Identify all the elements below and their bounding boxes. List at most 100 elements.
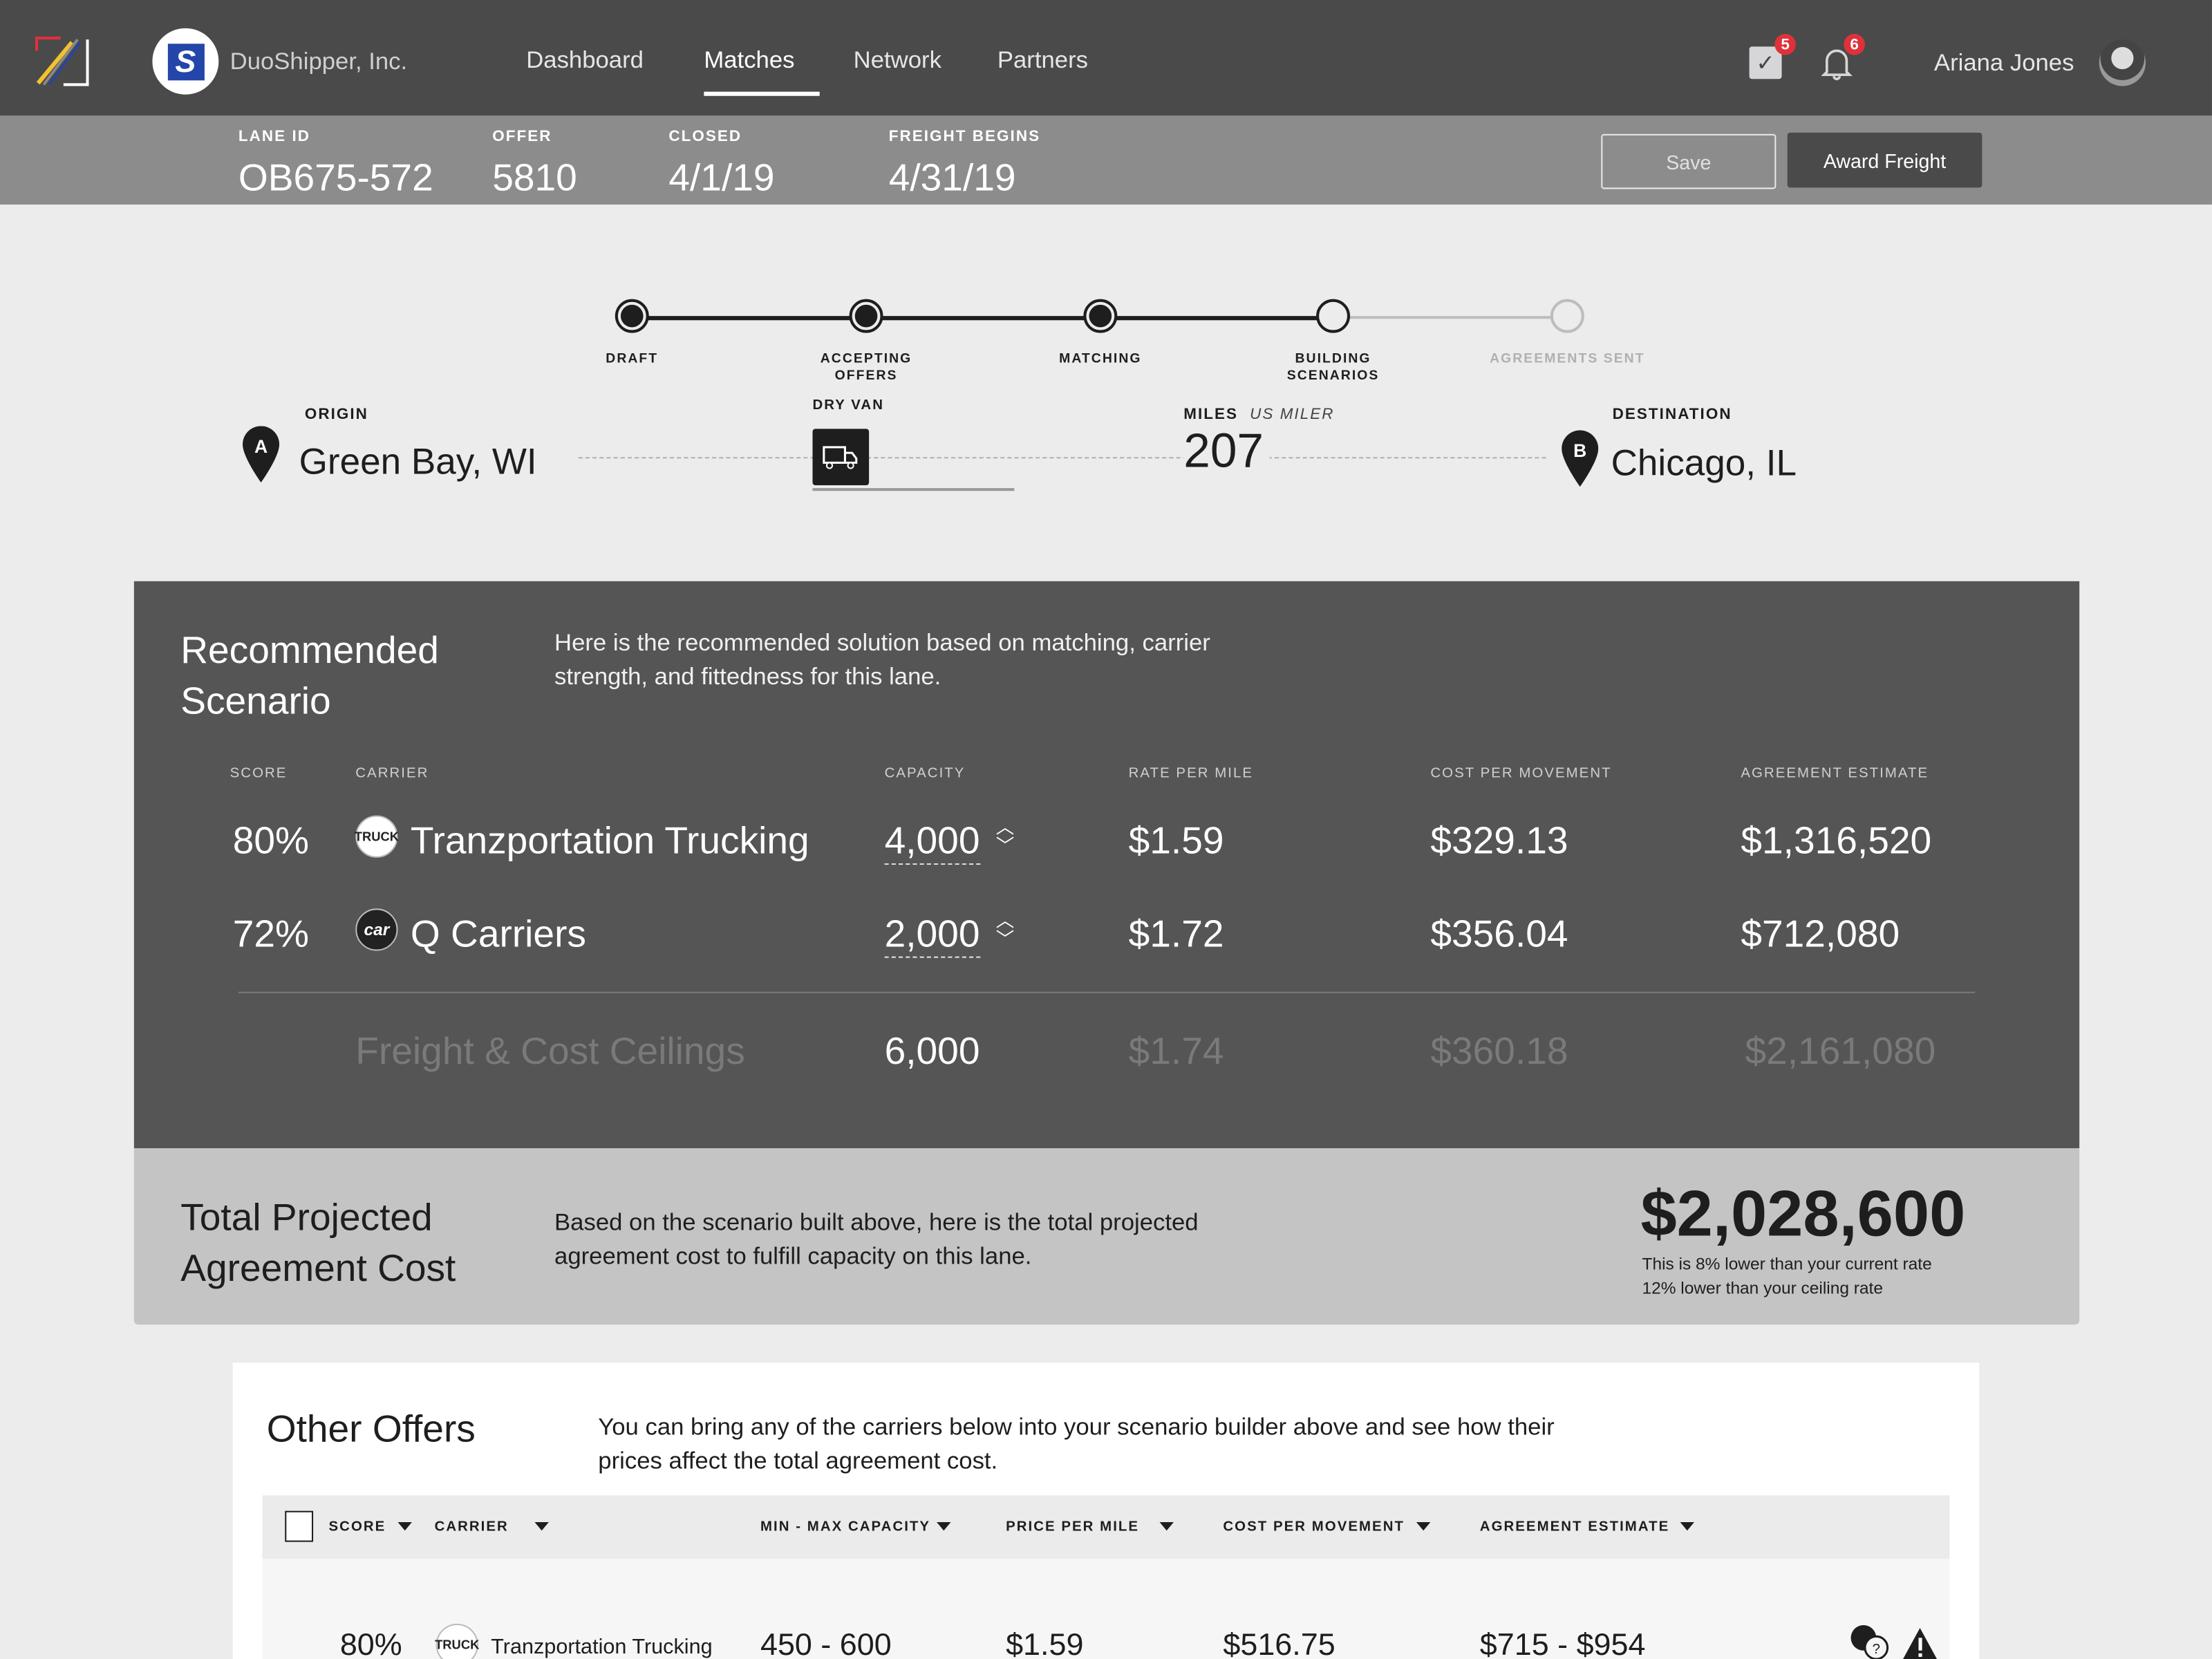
offer-estimate: $715 - $954 [1479, 1627, 1646, 1659]
offer-value: 5810 [492, 156, 577, 199]
sort-capacity[interactable]: MIN - MAX CAPACITY [760, 1519, 950, 1535]
total-amount: $2,028,600 [1640, 1177, 1966, 1250]
total-description: Based on the scenario built above, here … [554, 1208, 1199, 1270]
col-cost: COST PER MOVEMENT [1430, 766, 1612, 782]
company-logo[interactable]: S [152, 28, 219, 95]
sort-estimate[interactable]: AGREEMENT ESTIMATE [1480, 1519, 1695, 1535]
offer-carrier[interactable]: Tranzportation Trucking [491, 1635, 712, 1659]
nav-network[interactable]: Network [854, 46, 941, 75]
col-rate: RATE PER MILE [1128, 766, 1254, 782]
carrier-logo-icon: car [355, 908, 398, 951]
miles-label: MILES [1183, 406, 1239, 424]
row-estimate: $1,316,520 [1741, 819, 1932, 862]
col-estimate: AGREEMENT ESTIMATE [1741, 766, 1929, 782]
company-name: DuoShipper, Inc. [229, 48, 408, 75]
col-carrier: CARRIER [355, 766, 429, 782]
row-score: 80% [232, 819, 310, 862]
total-note-current: This is 8% lower than your current rate [1642, 1254, 1932, 1274]
capacity-input[interactable]: 4,000 [884, 820, 980, 865]
step-draft-label: DRAFT [606, 351, 659, 367]
freight-begins-value: 4/31/19 [888, 156, 1016, 199]
total-title: Total Projected Agreement Cost [180, 1196, 456, 1290]
closed-label: CLOSED [668, 128, 742, 146]
top-nav-bar: S DuoShipper, Inc. Dashboard Matches Net… [0, 0, 2212, 116]
row-cost: $356.04 [1430, 912, 1568, 955]
capacity-stepper-icon[interactable]: ︿ ﹀ [996, 911, 1015, 948]
nav-partners[interactable]: Partners [997, 46, 1088, 75]
other-offers-title: Other Offers [266, 1407, 476, 1450]
col-capacity: CAPACITY [884, 766, 966, 782]
sort-caret-icon [397, 1522, 412, 1532]
ceiling-rate: $1.74 [1128, 1029, 1224, 1073]
sort-cost[interactable]: COST PER MOVEMENT [1223, 1519, 1430, 1535]
closed-value: 4/1/19 [668, 156, 775, 199]
capacity-input[interactable]: 2,000 [884, 912, 980, 958]
progress-line-complete [632, 316, 1333, 320]
origin-pin-icon: A [243, 426, 280, 482]
recommended-title: Recommended Scenario [180, 629, 439, 722]
ceiling-estimate: $2,161,080 [1745, 1029, 1936, 1073]
sort-caret-icon [1416, 1522, 1430, 1532]
step-accepting-offers-marker [849, 299, 883, 333]
nav-active-indicator [704, 91, 820, 96]
step-accepting-offers-label: ACCEPTING OFFERS [820, 351, 912, 384]
total-note-ceiling: 12% lower than your ceiling rate [1642, 1277, 1883, 1298]
step-building-scenarios-marker [1316, 299, 1351, 333]
sort-caret-icon [936, 1522, 950, 1532]
sort-caret-icon [1159, 1522, 1174, 1532]
lane-summary-bar: LANE ID OB675-572 OFFER 5810 CLOSED 4/1/… [0, 115, 2212, 205]
step-building-scenarios-label: BUILDING SCENARIOS [1286, 351, 1380, 384]
col-score: SCORE [229, 766, 288, 782]
row-cost: $329.13 [1430, 819, 1568, 862]
nav-dashboard[interactable]: Dashboard [526, 46, 644, 75]
sort-carrier[interactable]: CARRIER [435, 1519, 548, 1535]
warning-icon[interactable] [1902, 1627, 1938, 1659]
sort-score[interactable]: SCORE [329, 1519, 412, 1535]
row-rate: $1.72 [1128, 912, 1224, 955]
select-all-checkbox[interactable] [285, 1510, 314, 1542]
step-agreements-sent-marker [1550, 299, 1584, 333]
row-estimate: $712,080 [1741, 912, 1900, 955]
step-agreements-sent-label: AGREEMENTS SENT [1490, 351, 1645, 367]
nav-matches[interactable]: Matches [704, 46, 794, 75]
save-button[interactable]: Save [1601, 133, 1777, 189]
destination-pin-icon: B [1562, 430, 1599, 487]
recommended-description: Here is the recommended solution based o… [554, 629, 1210, 690]
step-matching-label: MATCHING [1059, 351, 1142, 367]
offer-capacity: 450 - 600 [760, 1627, 892, 1659]
user-name[interactable]: Ariana Jones [1934, 49, 2074, 77]
progress-line-pending [1333, 316, 1568, 319]
capacity-stepper-icon[interactable]: ︿ ﹀ [996, 818, 1015, 855]
notifications-badge: 6 [1844, 33, 1865, 55]
chat-question-icon[interactable]: ? [1849, 1624, 1891, 1659]
offer-cost: $516.75 [1223, 1627, 1335, 1659]
route-line [578, 457, 1546, 459]
award-freight-button[interactable]: Award Freight [1787, 132, 1983, 188]
carrier-logo-icon: TRUCK [355, 815, 399, 858]
app-logo-icon[interactable] [35, 37, 89, 87]
ceiling-capacity: 6,000 [884, 1029, 980, 1073]
tasks-badge: 5 [1774, 33, 1796, 55]
equipment-dropdown-underline[interactable] [812, 488, 1015, 491]
company-logo-icon: S [167, 43, 204, 80]
svg-text:B: B [1573, 440, 1586, 461]
sort-caret-icon [534, 1522, 548, 1532]
destination-label: DESTINATION [1612, 406, 1732, 424]
svg-text:?: ? [1873, 1642, 1880, 1657]
truck-icon[interactable] [812, 429, 870, 486]
other-offers-description: You can bring any of the carriers below … [598, 1413, 1555, 1474]
miles-source: US MILER [1250, 406, 1335, 424]
ceiling-label: Freight & Cost Ceilings [355, 1029, 745, 1073]
destination-city: Chicago, IL [1611, 441, 1797, 484]
sort-price[interactable]: PRICE PER MILE [1006, 1519, 1174, 1535]
row-carrier[interactable]: Tranzportation Trucking [411, 820, 809, 863]
equipment-label: DRY VAN [812, 397, 885, 413]
avatar[interactable] [2099, 39, 2146, 86]
divider [238, 991, 1976, 993]
row-score: 72% [232, 912, 310, 955]
origin-city: Green Bay, WI [299, 440, 543, 484]
row-carrier[interactable]: Q Carriers [411, 912, 586, 956]
step-matching-marker [1083, 299, 1118, 333]
ceiling-cost: $360.18 [1430, 1029, 1568, 1073]
row-rate: $1.59 [1128, 819, 1224, 862]
